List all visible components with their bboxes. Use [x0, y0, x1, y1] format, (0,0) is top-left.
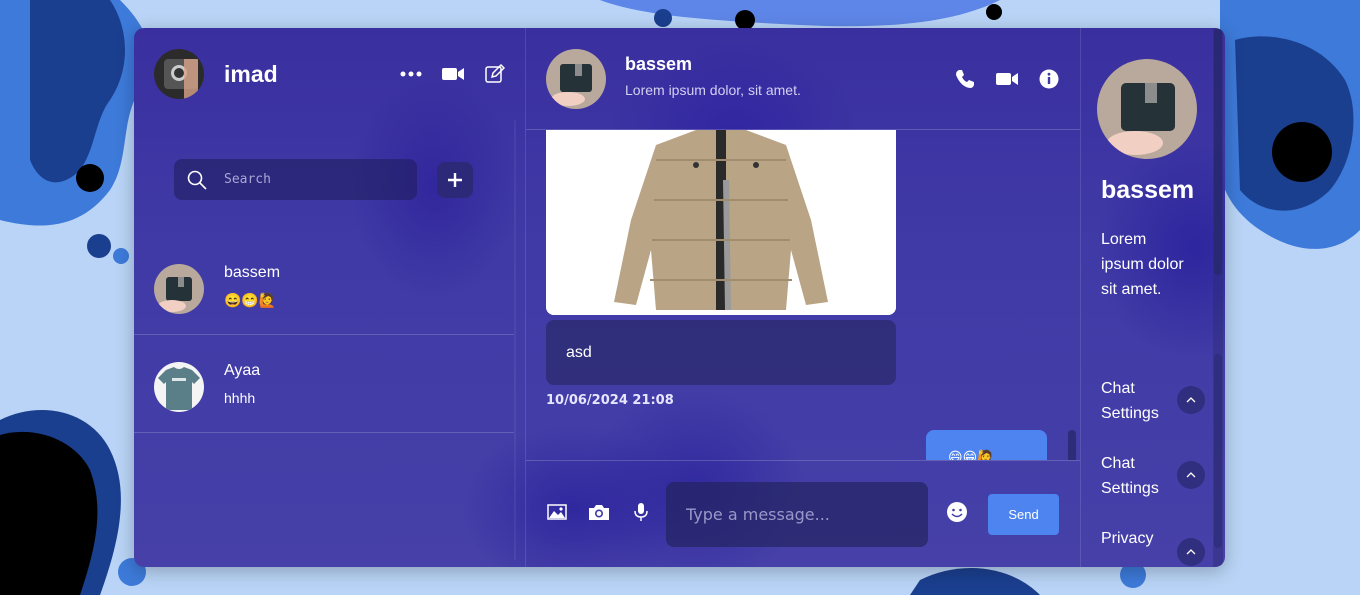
contact-item[interactable]: Ayaa hhhh	[134, 336, 514, 433]
contact-text: bassem 😄😁🙋	[224, 264, 280, 309]
message-input[interactable]	[666, 482, 928, 547]
chat-app-window: imad Search bassem 😄😁🙋 Ayaa hhhh bassem …	[134, 28, 1225, 567]
contact-name: bassem	[224, 264, 281, 281]
message-text: 😄😁🙋	[948, 450, 995, 460]
search-row	[174, 159, 473, 200]
chat-contact-status: Lorem ipsum dolor, sit amet.	[625, 81, 801, 98]
contact-last-message: 😄😁🙋	[224, 292, 277, 308]
scrollbar-thumb[interactable]	[1214, 28, 1222, 275]
chat-panel: bassem Lorem ipsum dolor, sit amet. asd …	[526, 28, 1080, 567]
message-text: asd	[566, 343, 592, 361]
emoji-icon[interactable]	[946, 501, 968, 523]
scrollbar-track-segment	[1214, 354, 1222, 548]
message-list[interactable]: asd 10/06/2024 21:08 😄😁🙋	[526, 130, 1080, 460]
jacket-image	[546, 130, 896, 315]
info-icon[interactable]	[1038, 68, 1060, 90]
contact-avatar	[154, 362, 204, 412]
conversations-sidebar: imad Search bassem 😄😁🙋 Ayaa hhhh	[134, 28, 526, 567]
search-input[interactable]	[224, 172, 404, 187]
search-icon	[186, 169, 208, 191]
contact-details-panel: bassem Lorem ipsum dolor sit amet. Chat …	[1080, 28, 1225, 567]
microphone-icon[interactable]	[630, 501, 652, 523]
phone-icon[interactable]	[954, 68, 976, 90]
outgoing-message: 😄😁🙋	[926, 430, 1047, 460]
contact-avatar	[154, 264, 204, 314]
contact-text: Ayaa hhhh	[224, 362, 260, 406]
chevron-up-icon[interactable]	[1177, 386, 1205, 414]
chevron-up-icon[interactable]	[1177, 538, 1205, 566]
chat-contact-name: bassem	[625, 53, 693, 74]
current-user-avatar[interactable]	[154, 49, 204, 99]
compose-icon[interactable]	[484, 63, 506, 85]
chat-header: bassem Lorem ipsum dolor, sit amet.	[526, 28, 1080, 130]
contact-last-message: hhhh	[224, 390, 256, 406]
image-message[interactable]	[546, 130, 896, 315]
details-item-label: Chat Settings	[1101, 380, 1159, 422]
add-contact-button[interactable]	[437, 161, 473, 198]
details-avatar	[1097, 59, 1197, 159]
details-name: bassem	[1101, 176, 1195, 204]
chat-contact-avatar[interactable]	[546, 48, 606, 109]
message-scrollbar[interactable]	[1068, 430, 1076, 460]
chevron-up-icon[interactable]	[1177, 461, 1205, 489]
message-timestamp: 10/06/2024 21:08	[546, 393, 674, 408]
current-user-name: imad	[224, 60, 278, 87]
video-icon[interactable]	[996, 68, 1018, 90]
send-button[interactable]: Send	[988, 494, 1059, 535]
search-box	[174, 159, 417, 200]
contact-item[interactable]: bassem 😄😁🙋	[134, 238, 514, 335]
sidebar-header: imad	[154, 48, 506, 100]
contact-name: Ayaa	[224, 362, 261, 379]
sidebar-tools	[400, 63, 506, 85]
camera-icon[interactable]	[588, 501, 610, 523]
chat-tools	[954, 68, 1060, 90]
details-item-chat-settings[interactable]: Chat Settings	[1101, 376, 1211, 426]
image-icon[interactable]	[546, 501, 568, 523]
details-item-privacy[interactable]: Privacy	[1101, 526, 1211, 566]
more-icon[interactable]	[400, 63, 422, 85]
details-description: Lorem ipsum dolor sit amet.	[1101, 231, 1184, 298]
plus-icon	[448, 172, 462, 187]
details-item-label: Privacy	[1101, 530, 1154, 547]
chat-contact-info: bassem Lorem ipsum dolor, sit amet.	[625, 54, 801, 98]
incoming-message: asd	[546, 320, 896, 385]
details-item-label: Chat Settings	[1101, 455, 1159, 497]
sidebar-scrollbar[interactable]	[514, 120, 516, 560]
video-icon[interactable]	[442, 63, 464, 85]
details-item-chat-settings[interactable]: Chat Settings	[1101, 451, 1211, 501]
message-composer: Send	[526, 460, 1080, 567]
composer-tools	[546, 501, 652, 523]
details-scrollbar[interactable]	[1213, 28, 1223, 567]
